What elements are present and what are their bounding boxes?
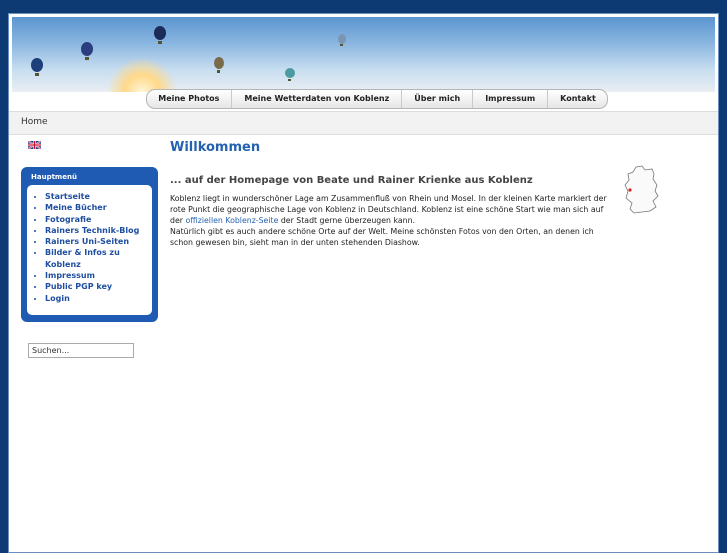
balloon-icon — [338, 34, 346, 46]
nav-item-weather[interactable]: Meine Wetterdaten von Koblenz — [231, 90, 401, 108]
intro-paragraph: Koblenz liegt in wunderschöner Lage am Z… — [170, 193, 610, 226]
search-input[interactable] — [28, 343, 134, 358]
intro-text-part2: der Stadt gerne überzeugen kann. — [278, 216, 415, 225]
koblenz-official-link[interactable]: offiziellen Koblenz-Seite — [185, 216, 278, 225]
main-navigation: Meine Photos Meine Wetterdaten von Koble… — [146, 89, 608, 109]
breadcrumb-bar: Home — [9, 111, 718, 135]
menu-item-login[interactable]: Login — [45, 293, 152, 304]
nav-item-impressum[interactable]: Impressum — [472, 90, 547, 108]
main-content: Willkommen ... auf der Homepage von Beat… — [170, 140, 670, 248]
menu-item-pgp-key[interactable]: Public PGP key — [45, 281, 152, 292]
page-title: Willkommen — [170, 140, 261, 155]
menu-item-koblenz[interactable]: Bilder & Infos zu Koblenz — [45, 247, 152, 270]
balloon-icon — [31, 58, 43, 76]
english-flag-icon[interactable] — [28, 141, 41, 149]
second-paragraph: Natürlich gibt es auch andere schöne Ort… — [170, 227, 594, 247]
balloon-icon — [285, 68, 295, 81]
nav-item-photos[interactable]: Meine Photos — [146, 90, 231, 108]
menu-item-fotografie[interactable]: Fotografie — [45, 214, 152, 225]
breadcrumb[interactable]: Home — [21, 117, 48, 127]
menu-list-box: Startseite Meine Bücher Fotografie Raine… — [27, 185, 152, 315]
page-subtitle: ... auf der Homepage von Beate und Raine… — [170, 175, 533, 186]
balloon-icon — [81, 42, 93, 60]
germany-map-icon — [624, 165, 659, 214]
header-banner — [12, 17, 715, 92]
sun-glow — [107, 57, 177, 92]
balloon-icon — [214, 57, 224, 73]
menu-title: Hauptmenü — [31, 173, 77, 181]
page: Meine Photos Meine Wetterdaten von Koble… — [8, 13, 719, 553]
nav-item-about[interactable]: Über mich — [401, 90, 472, 108]
menu-item-technik-blog[interactable]: Rainers Technik-Blog — [45, 225, 152, 236]
nav-item-contact[interactable]: Kontakt — [547, 90, 608, 108]
main-menu: Hauptmenü Startseite Meine Bücher Fotogr… — [21, 167, 158, 322]
menu-item-startseite[interactable]: Startseite — [45, 191, 152, 202]
menu-item-impressum[interactable]: Impressum — [45, 270, 152, 281]
balloon-icon — [154, 26, 166, 44]
menu-item-uni-seiten[interactable]: Rainers Uni-Seiten — [45, 236, 152, 247]
menu-item-buecher[interactable]: Meine Bücher — [45, 202, 152, 213]
